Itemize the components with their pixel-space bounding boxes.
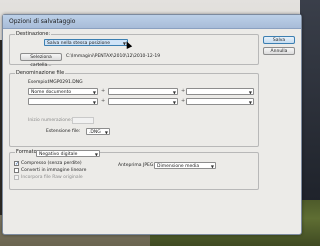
chevron-down-icon: ▼	[210, 164, 214, 169]
destination-path: C:\Immagini\PENTAX\2010\12\2010-12-19	[66, 54, 161, 59]
destination-group: Destinazione: Salva nella stessa posizio…	[9, 31, 259, 68]
jpeg-preview-select-value: Dimensione media	[157, 164, 200, 169]
convert-linear-label: Converti in immagine lineare	[21, 168, 87, 173]
chevron-down-icon: ▼	[92, 100, 96, 105]
plus-sign: +	[181, 88, 186, 94]
save-button[interactable]: Salva	[263, 36, 295, 44]
naming-select-1-value: Nome documento	[31, 90, 72, 95]
cancel-button[interactable]: Annulla	[263, 47, 295, 55]
file-naming-legend: Denominazione file	[15, 70, 66, 76]
chevron-down-icon: ▼	[172, 100, 176, 105]
destination-select-value: Salva nella stessa posizione	[47, 41, 110, 46]
embed-raw-label: Incorpora file Raw originale	[21, 175, 83, 180]
naming-select-3[interactable]: ▼	[186, 88, 254, 95]
example-value: IMGP0291.DNG	[48, 80, 83, 85]
extension-select-value: .DNG	[89, 130, 101, 135]
jpeg-preview-label: Anteprima JPEG:	[118, 163, 155, 168]
naming-select-5[interactable]: ▼	[108, 98, 178, 105]
jpeg-preview-select[interactable]: Dimensione media ▼	[154, 162, 216, 169]
chevron-down-icon: ▼	[104, 130, 108, 135]
chevron-down-icon: ▼	[172, 90, 176, 95]
extension-select[interactable]: .DNG ▼	[86, 128, 110, 135]
plus-sign: +	[181, 98, 186, 104]
convert-linear-checkbox[interactable]	[14, 168, 19, 173]
chevron-down-icon: ▼	[248, 100, 252, 105]
destination-legend: Destinazione:	[15, 31, 52, 37]
plus-sign: +	[101, 88, 106, 94]
naming-select-4[interactable]: ▼	[28, 98, 98, 105]
chevron-down-icon: ▼	[92, 90, 96, 95]
embed-raw-checkbox[interactable]	[14, 175, 19, 180]
destination-select[interactable]: Salva nella stessa posizione ▼	[44, 39, 128, 46]
save-options-dialog: Opzioni di salvataggio Destinazione: Sal…	[2, 14, 302, 235]
naming-select-1[interactable]: Nome documento ▼	[28, 88, 98, 95]
select-folder-button[interactable]: Seleziona cartella...	[20, 53, 62, 68]
format-select[interactable]: Negativo digitale ▼	[36, 150, 100, 157]
example-label: Esempio:	[28, 80, 49, 85]
dialog-title: Opzioni di salvataggio	[9, 18, 76, 25]
naming-select-6[interactable]: ▼	[186, 98, 254, 105]
begin-number-label: Inizio numerazione:	[28, 118, 73, 123]
extension-label: Estensione file:	[46, 129, 81, 134]
format-select-value: Negativo digitale	[39, 152, 78, 157]
compress-label: Compresso (senza perdite)	[21, 161, 82, 166]
plus-sign: +	[101, 98, 106, 104]
naming-select-2[interactable]: ▼	[108, 88, 178, 95]
chevron-down-icon: ▼	[248, 90, 252, 95]
file-naming-group: Denominazione file Esempio: IMGP0291.DNG…	[9, 70, 259, 147]
format-group: Formato: Negativo digitale ▼ ✓ Compresso…	[9, 149, 259, 190]
compress-checkbox[interactable]: ✓	[14, 161, 19, 167]
dialog-titlebar[interactable]: Opzioni di salvataggio	[3, 15, 301, 29]
chevron-down-icon: ▼	[94, 152, 98, 157]
begin-number-field[interactable]	[72, 117, 94, 124]
